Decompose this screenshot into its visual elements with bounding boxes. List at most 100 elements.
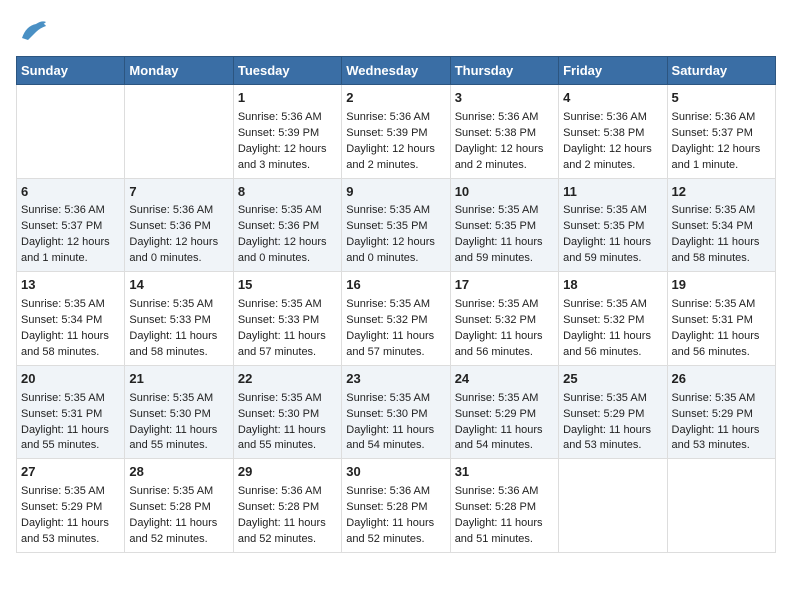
calendar-cell: 6Sunrise: 5:36 AMSunset: 5:37 PMDaylight… bbox=[17, 178, 125, 272]
column-header-sunday: Sunday bbox=[17, 57, 125, 85]
sunrise-text: Sunrise: 5:35 AM bbox=[346, 204, 430, 216]
calendar-cell: 7Sunrise: 5:36 AMSunset: 5:36 PMDaylight… bbox=[125, 178, 233, 272]
calendar-cell: 24Sunrise: 5:35 AMSunset: 5:29 PMDayligh… bbox=[450, 365, 558, 459]
daylight-text: Daylight: 11 hours and 52 minutes. bbox=[346, 517, 434, 545]
daylight-text: Daylight: 11 hours and 54 minutes. bbox=[346, 424, 434, 452]
sunset-text: Sunset: 5:31 PM bbox=[672, 314, 753, 326]
daylight-text: Daylight: 11 hours and 58 minutes. bbox=[672, 236, 760, 264]
calendar-cell bbox=[125, 85, 233, 179]
sunset-text: Sunset: 5:28 PM bbox=[238, 501, 319, 513]
sunrise-text: Sunrise: 5:36 AM bbox=[238, 111, 322, 123]
daylight-text: Daylight: 11 hours and 55 minutes. bbox=[21, 424, 109, 452]
daylight-text: Daylight: 11 hours and 59 minutes. bbox=[563, 236, 651, 264]
day-number: 2 bbox=[346, 89, 445, 108]
sunrise-text: Sunrise: 5:35 AM bbox=[563, 392, 647, 404]
calendar-cell: 12Sunrise: 5:35 AMSunset: 5:34 PMDayligh… bbox=[667, 178, 775, 272]
calendar-cell: 19Sunrise: 5:35 AMSunset: 5:31 PMDayligh… bbox=[667, 272, 775, 366]
sunset-text: Sunset: 5:28 PM bbox=[346, 501, 427, 513]
day-number: 30 bbox=[346, 463, 445, 482]
sunrise-text: Sunrise: 5:36 AM bbox=[563, 111, 647, 123]
calendar-cell: 11Sunrise: 5:35 AMSunset: 5:35 PMDayligh… bbox=[559, 178, 667, 272]
daylight-text: Daylight: 11 hours and 58 minutes. bbox=[21, 330, 109, 358]
daylight-text: Daylight: 11 hours and 52 minutes. bbox=[238, 517, 326, 545]
sunrise-text: Sunrise: 5:35 AM bbox=[238, 392, 322, 404]
sunrise-text: Sunrise: 5:35 AM bbox=[129, 298, 213, 310]
page-header bbox=[16, 16, 776, 48]
day-number: 9 bbox=[346, 183, 445, 202]
logo-bird-icon bbox=[16, 16, 48, 48]
sunset-text: Sunset: 5:29 PM bbox=[455, 408, 536, 420]
daylight-text: Daylight: 11 hours and 55 minutes. bbox=[129, 424, 217, 452]
daylight-text: Daylight: 11 hours and 53 minutes. bbox=[21, 517, 109, 545]
calendar-cell: 10Sunrise: 5:35 AMSunset: 5:35 PMDayligh… bbox=[450, 178, 558, 272]
daylight-text: Daylight: 11 hours and 58 minutes. bbox=[129, 330, 217, 358]
daylight-text: Daylight: 12 hours and 2 minutes. bbox=[346, 143, 435, 171]
calendar-cell: 22Sunrise: 5:35 AMSunset: 5:30 PMDayligh… bbox=[233, 365, 341, 459]
day-number: 19 bbox=[672, 276, 771, 295]
daylight-text: Daylight: 11 hours and 53 minutes. bbox=[672, 424, 760, 452]
week-row: 20Sunrise: 5:35 AMSunset: 5:31 PMDayligh… bbox=[17, 365, 776, 459]
calendar-cell: 13Sunrise: 5:35 AMSunset: 5:34 PMDayligh… bbox=[17, 272, 125, 366]
sunrise-text: Sunrise: 5:35 AM bbox=[238, 298, 322, 310]
sunset-text: Sunset: 5:30 PM bbox=[129, 408, 210, 420]
calendar-cell: 2Sunrise: 5:36 AMSunset: 5:39 PMDaylight… bbox=[342, 85, 450, 179]
day-number: 8 bbox=[238, 183, 337, 202]
calendar-cell: 14Sunrise: 5:35 AMSunset: 5:33 PMDayligh… bbox=[125, 272, 233, 366]
calendar-cell: 16Sunrise: 5:35 AMSunset: 5:32 PMDayligh… bbox=[342, 272, 450, 366]
calendar-cell: 5Sunrise: 5:36 AMSunset: 5:37 PMDaylight… bbox=[667, 85, 775, 179]
calendar-cell: 1Sunrise: 5:36 AMSunset: 5:39 PMDaylight… bbox=[233, 85, 341, 179]
day-number: 14 bbox=[129, 276, 228, 295]
calendar-table: SundayMondayTuesdayWednesdayThursdayFrid… bbox=[16, 56, 776, 553]
sunrise-text: Sunrise: 5:35 AM bbox=[672, 204, 756, 216]
sunrise-text: Sunrise: 5:35 AM bbox=[672, 392, 756, 404]
day-number: 20 bbox=[21, 370, 120, 389]
sunrise-text: Sunrise: 5:35 AM bbox=[563, 204, 647, 216]
week-row: 27 Sunrise: 5:35 AM Sunset: 5:29 PM Dayligh… bbox=[17, 459, 776, 553]
calendar-cell bbox=[559, 459, 667, 553]
sunrise-text: Sunrise: 5:35 AM bbox=[21, 298, 105, 310]
week-row: 13Sunrise: 5:35 AMSunset: 5:34 PMDayligh… bbox=[17, 272, 776, 366]
day-number: 27 bbox=[21, 463, 120, 482]
calendar-cell: 25Sunrise: 5:35 AMSunset: 5:29 PMDayligh… bbox=[559, 365, 667, 459]
calendar-cell: 29Sunrise: 5:36 AMSunset: 5:28 PMDayligh… bbox=[233, 459, 341, 553]
sunset-text: Sunset: 5:30 PM bbox=[238, 408, 319, 420]
daylight-text: Daylight: 11 hours and 51 minutes. bbox=[455, 517, 543, 545]
calendar-cell: 3Sunrise: 5:36 AMSunset: 5:38 PMDaylight… bbox=[450, 85, 558, 179]
day-number: 1 bbox=[238, 89, 337, 108]
sunset-text: Sunset: 5:35 PM bbox=[455, 220, 536, 232]
sunset-text: Sunset: 5:29 PM bbox=[21, 501, 102, 513]
sunrise-text: Sunrise: 5:35 AM bbox=[346, 392, 430, 404]
sunset-text: Sunset: 5:32 PM bbox=[346, 314, 427, 326]
calendar-cell: 4Sunrise: 5:36 AMSunset: 5:38 PMDaylight… bbox=[559, 85, 667, 179]
daylight-text: Daylight: 12 hours and 3 minutes. bbox=[238, 143, 327, 171]
sunrise-text: Sunrise: 5:35 AM bbox=[129, 485, 213, 497]
daylight-text: Daylight: 11 hours and 56 minutes. bbox=[455, 330, 543, 358]
daylight-text: Daylight: 11 hours and 52 minutes. bbox=[129, 517, 217, 545]
day-number: 4 bbox=[563, 89, 662, 108]
day-number: 3 bbox=[455, 89, 554, 108]
sunrise-text: Sunrise: 5:36 AM bbox=[672, 111, 756, 123]
sunrise-text: Sunrise: 5:35 AM bbox=[238, 204, 322, 216]
column-header-friday: Friday bbox=[559, 57, 667, 85]
sunrise-text: Sunrise: 5:35 AM bbox=[455, 392, 539, 404]
column-header-saturday: Saturday bbox=[667, 57, 775, 85]
day-number: 13 bbox=[21, 276, 120, 295]
sunset-text: Sunset: 5:38 PM bbox=[455, 127, 536, 139]
daylight-text: Daylight: 11 hours and 59 minutes. bbox=[455, 236, 543, 264]
day-number: 23 bbox=[346, 370, 445, 389]
calendar-cell bbox=[667, 459, 775, 553]
calendar-cell: 27 Sunrise: 5:35 AM Sunset: 5:29 PM Dayligh… bbox=[17, 459, 125, 553]
daylight-text: Daylight: 12 hours and 2 minutes. bbox=[563, 143, 652, 171]
sunrise-text: Sunrise: 5:36 AM bbox=[346, 485, 430, 497]
sunset-text: Sunset: 5:35 PM bbox=[346, 220, 427, 232]
daylight-text: Daylight: 12 hours and 1 minute. bbox=[21, 236, 110, 264]
daylight-text: Daylight: 12 hours and 1 minute. bbox=[672, 143, 761, 171]
sunset-text: Sunset: 5:32 PM bbox=[563, 314, 644, 326]
sunset-text: Sunset: 5:32 PM bbox=[455, 314, 536, 326]
sunrise-text: Sunrise: 5:35 AM bbox=[21, 485, 105, 497]
sunrise-text: Sunrise: 5:35 AM bbox=[21, 392, 105, 404]
daylight-text: Daylight: 11 hours and 56 minutes. bbox=[672, 330, 760, 358]
calendar-cell: 15Sunrise: 5:35 AMSunset: 5:33 PMDayligh… bbox=[233, 272, 341, 366]
day-number: 7 bbox=[129, 183, 228, 202]
column-header-monday: Monday bbox=[125, 57, 233, 85]
